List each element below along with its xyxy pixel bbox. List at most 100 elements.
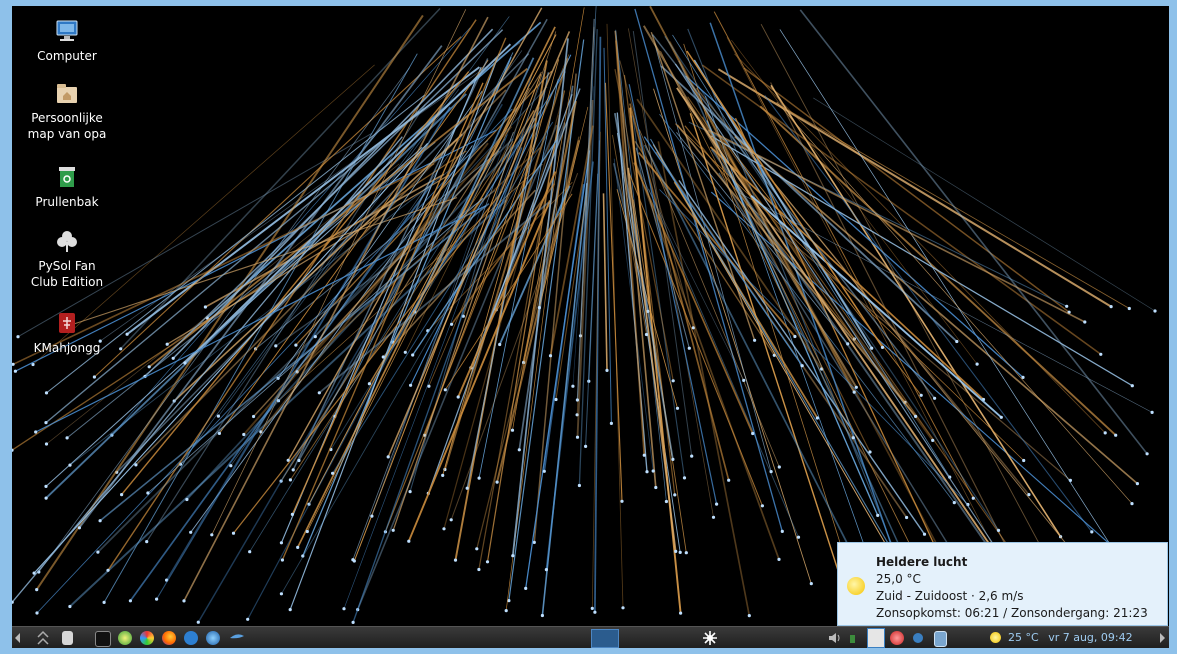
- firefox-icon[interactable]: [162, 631, 176, 645]
- light-dot: [780, 529, 784, 534]
- light-dot: [1130, 502, 1134, 506]
- activities-icon[interactable]: [701, 630, 719, 646]
- clipboard-icon[interactable]: [934, 631, 947, 647]
- light-dot: [128, 599, 132, 603]
- weather-sun-icon[interactable]: [990, 632, 1001, 643]
- light-dot: [517, 448, 521, 452]
- desktop-icon-label: PySol Fan Club Edition: [30, 259, 104, 289]
- light-dot: [727, 478, 731, 482]
- light-dot: [544, 568, 549, 572]
- light-dot: [13, 369, 17, 373]
- document-icon[interactable]: [62, 631, 73, 645]
- light-dot: [44, 421, 48, 425]
- desktop-icon-label: Computer: [37, 49, 97, 63]
- paint-icon[interactable]: [140, 631, 154, 645]
- desktop-icon-computer[interactable]: Computer: [22, 18, 112, 64]
- clock[interactable]: 25 °C vr 7 aug, 09:42: [1008, 630, 1133, 646]
- volume-icon[interactable]: [827, 630, 843, 646]
- light-dot: [34, 430, 38, 434]
- light-dot: [664, 499, 669, 504]
- light-dot: [231, 531, 236, 535]
- light-dot: [449, 518, 453, 522]
- light-dot: [577, 483, 582, 488]
- light-streak: [197, 103, 503, 623]
- light-dot: [44, 442, 49, 446]
- light-dot: [403, 350, 407, 354]
- light-dot: [678, 550, 682, 555]
- panel-scroll-right-icon[interactable]: [1160, 633, 1165, 643]
- light-dot: [485, 560, 490, 564]
- light-dot: [675, 406, 680, 410]
- taskbar-clock: vr 7 aug, 09:42: [1048, 631, 1133, 644]
- light-dot: [495, 480, 499, 484]
- light-dot: [537, 306, 542, 310]
- light-dot: [294, 343, 298, 347]
- light-dot: [246, 617, 250, 621]
- network-icon[interactable]: [206, 631, 220, 645]
- desktop: Computer Persoonlijke map van opa Prulle…: [12, 6, 1169, 648]
- network-status-icon[interactable]: [850, 635, 855, 643]
- light-dot: [102, 600, 106, 605]
- light-dot: [443, 388, 447, 392]
- light-dot: [351, 620, 355, 625]
- light-dot: [165, 342, 169, 346]
- desktop-icon-label: Persoonlijke map van opa: [27, 111, 107, 141]
- light-dot: [279, 541, 283, 545]
- light-dot: [1099, 352, 1103, 356]
- active-window-indicator[interactable]: [591, 629, 619, 648]
- desktop-icon-trash[interactable]: Prullenbak: [22, 164, 112, 210]
- light-dot: [386, 455, 390, 459]
- light-dot: [1022, 458, 1026, 463]
- desktop-icon-pysol[interactable]: PySol Fan Club Edition: [22, 228, 112, 290]
- bird-icon[interactable]: [228, 630, 246, 646]
- light-dot: [242, 432, 246, 437]
- light-dot: [919, 393, 923, 397]
- light-dot: [274, 344, 278, 348]
- app-launcher-icon[interactable]: [118, 631, 132, 645]
- light-streak: [64, 197, 458, 328]
- light-dot: [35, 611, 39, 615]
- desktop-icon-home-folder[interactable]: Persoonlijke map van opa: [22, 80, 112, 142]
- light-dot: [155, 597, 159, 601]
- light-dot: [477, 567, 481, 572]
- light-dot: [753, 338, 757, 342]
- trash-icon: [54, 164, 80, 190]
- light-dot: [905, 515, 909, 520]
- panel-collapse-icon[interactable]: [36, 630, 50, 646]
- light-dot: [409, 383, 413, 387]
- light-dot: [1083, 320, 1087, 324]
- light-dot: [229, 464, 233, 468]
- pamac-icon[interactable]: [867, 628, 885, 648]
- light-dot: [671, 457, 675, 461]
- light-dot: [248, 550, 252, 554]
- light-streak: [657, 141, 751, 616]
- light-dot: [120, 493, 124, 497]
- light-dot: [511, 554, 515, 558]
- light-dot: [1090, 530, 1094, 534]
- light-dot: [465, 486, 469, 490]
- light-dot: [955, 339, 959, 344]
- mail-icon[interactable]: [184, 631, 198, 645]
- light-dot: [679, 611, 683, 615]
- desktop-icon-kmahjongg[interactable]: KMahjongg: [22, 310, 112, 356]
- light-dot: [68, 604, 72, 609]
- light-dot: [189, 530, 193, 534]
- light-dot: [147, 365, 151, 369]
- bluetooth-icon[interactable]: [913, 633, 923, 643]
- light-streak: [69, 140, 489, 466]
- terminal-icon[interactable]: [95, 631, 111, 647]
- light-dot: [620, 499, 624, 503]
- light-dot: [880, 345, 885, 349]
- wallpaper: [12, 6, 1157, 625]
- desktop-icon-label: KMahjongg: [33, 341, 101, 355]
- light-dot: [125, 332, 129, 336]
- light-dot: [642, 453, 646, 457]
- light-dot: [914, 414, 918, 418]
- light-dot: [922, 532, 927, 536]
- panel-scroll-left-icon[interactable]: [15, 633, 20, 643]
- light-streak: [660, 65, 958, 343]
- light-dot: [793, 334, 797, 339]
- light-dot: [1103, 431, 1107, 435]
- chat-icon[interactable]: [890, 631, 904, 645]
- light-dot: [252, 414, 256, 419]
